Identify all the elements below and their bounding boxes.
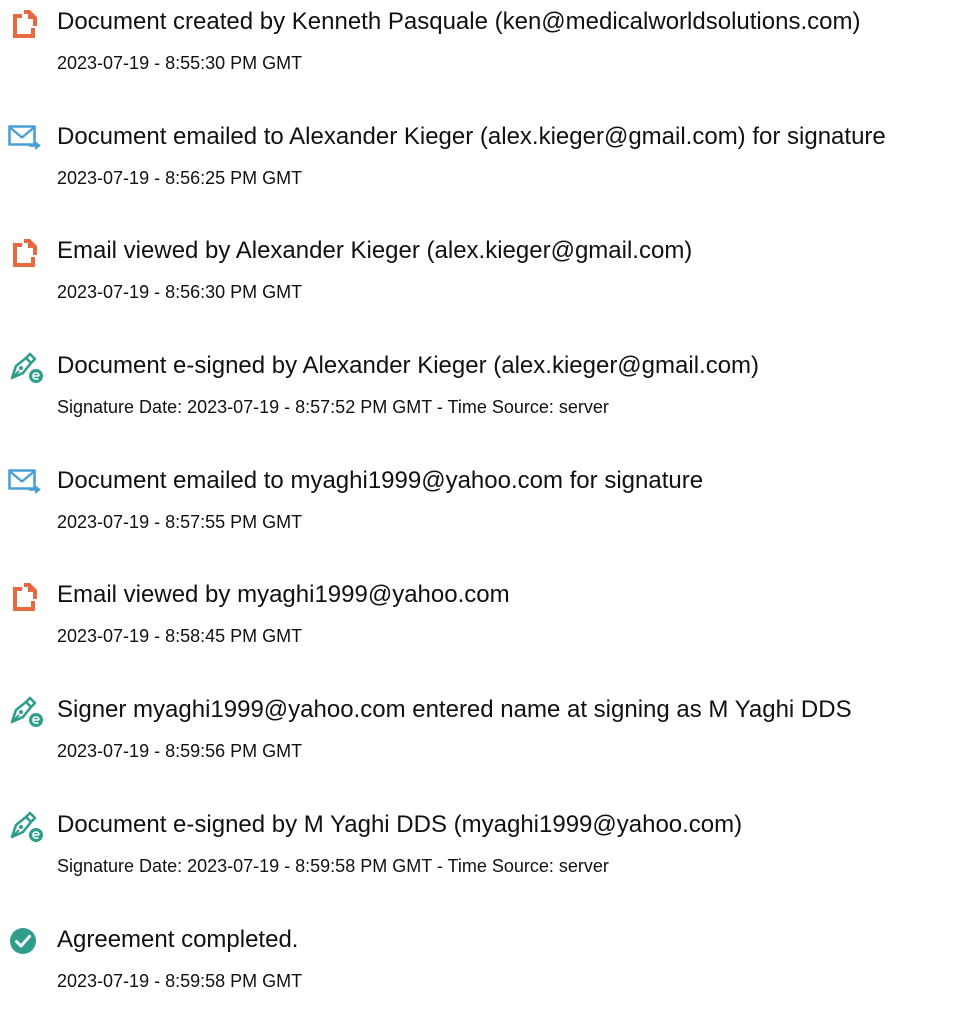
event-title: Document created by Kenneth Pasquale (ke…	[57, 8, 861, 35]
event-title: Document e-signed by Alexander Kieger (a…	[57, 352, 760, 379]
event-timestamp: 2023-07-19 - 8:58:45 PM GMT	[57, 626, 303, 646]
audit-event: Document created by Kenneth Pasquale (ke…	[0, 0, 979, 100]
audit-event: Document emailed to myaghi1999@yahoo.com…	[0, 459, 979, 559]
e-signature-icon	[8, 352, 44, 384]
event-title: Document e-signed by M Yaghi DDS (myaghi…	[57, 811, 743, 838]
audit-event: Agreement completed. 2023-07-19 - 8:59:5…	[0, 918, 979, 1018]
e-signature-icon	[8, 696, 44, 728]
e-signature-icon	[8, 811, 44, 843]
event-timestamp: 2023-07-19 - 8:55:30 PM GMT	[57, 53, 303, 73]
event-timestamp: 2023-07-19 - 8:59:58 PM GMT	[57, 971, 303, 991]
event-title: Agreement completed.	[57, 926, 299, 953]
audit-event: Document e-signed by Alexander Kieger (a…	[0, 344, 979, 444]
document-icon	[8, 581, 44, 613]
document-icon	[8, 8, 44, 40]
event-timestamp: 2023-07-19 - 8:56:30 PM GMT	[57, 282, 303, 302]
event-title: Email viewed by myaghi1999@yahoo.com	[57, 581, 510, 608]
email-sent-icon	[8, 123, 44, 155]
event-title: Signer myaghi1999@yahoo.com entered name…	[57, 696, 852, 723]
audit-event: Document e-signed by M Yaghi DDS (myaghi…	[0, 803, 979, 903]
audit-event: Signer myaghi1999@yahoo.com entered name…	[0, 688, 979, 788]
event-timestamp: 2023-07-19 - 8:56:25 PM GMT	[57, 168, 303, 188]
audit-event: Email viewed by Alexander Kieger (alex.k…	[0, 229, 979, 329]
audit-event: Email viewed by myaghi1999@yahoo.com 202…	[0, 573, 979, 673]
document-icon	[8, 237, 44, 269]
event-timestamp: 2023-07-19 - 8:57:55 PM GMT	[57, 512, 303, 532]
email-sent-icon	[8, 467, 44, 499]
event-title: Email viewed by Alexander Kieger (alex.k…	[57, 237, 693, 264]
event-title: Document emailed to Alexander Kieger (al…	[57, 123, 886, 150]
event-timestamp: Signature Date: 2023-07-19 - 8:57:52 PM …	[57, 397, 609, 417]
audit-event: Document emailed to Alexander Kieger (al…	[0, 115, 979, 215]
event-timestamp: 2023-07-19 - 8:59:56 PM GMT	[57, 741, 303, 761]
check-circle-icon	[8, 926, 44, 958]
event-title: Document emailed to myaghi1999@yahoo.com…	[57, 467, 704, 494]
event-timestamp: Signature Date: 2023-07-19 - 8:59:58 PM …	[57, 856, 609, 876]
